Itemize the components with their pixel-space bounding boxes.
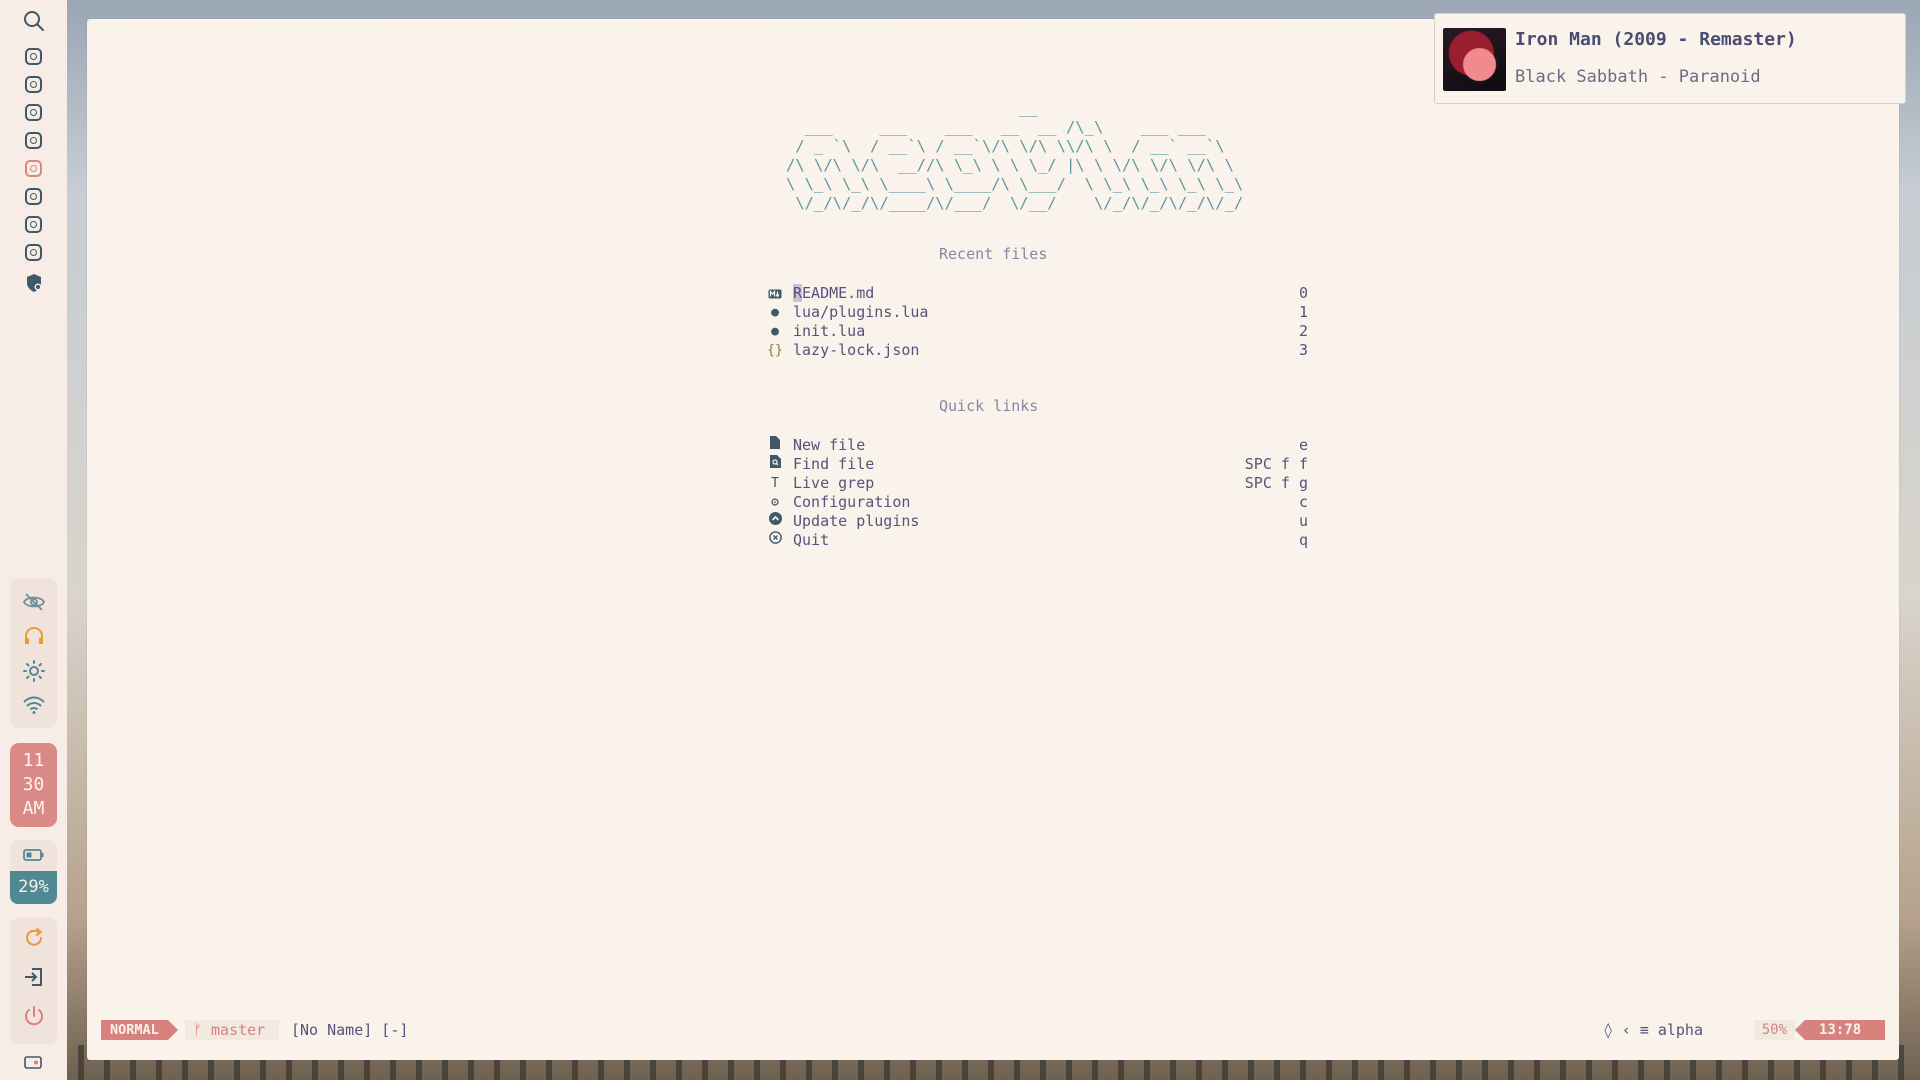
workspace-1-icon[interactable] (25, 48, 42, 65)
quick-link-label: Quit (793, 531, 830, 549)
quick-link-configuration[interactable]: ⚙ Configuration c (766, 493, 1308, 512)
logout-icon[interactable] (22, 965, 46, 989)
workspace-3-icon[interactable] (25, 104, 42, 121)
clock-hour: 11 (22, 750, 45, 771)
album-art (1443, 28, 1506, 91)
cursor: R (793, 284, 803, 302)
tray-icon[interactable] (24, 1054, 42, 1070)
quick-link-label: Live grep (793, 474, 875, 492)
search-icon[interactable] (22, 9, 46, 33)
workspace-2-icon[interactable] (25, 76, 42, 93)
quick-settings-panel (10, 578, 57, 728)
shortcut-key: c (1298, 493, 1308, 511)
quick-link-label: New file (793, 436, 866, 454)
shortcut-key: q (1298, 531, 1308, 549)
quick-link-live-grep[interactable]: T Live grep SPC f g (766, 474, 1308, 493)
status-line: NORMAL ᚠ master [No Name] [-] ◊ ‹ ≡ alph… (101, 1020, 1885, 1040)
battery-icon (23, 849, 44, 861)
arrow-up-circle-icon (766, 512, 784, 531)
gear-icon: ⚙ (771, 495, 779, 510)
filetype-label: alpha (1657, 1021, 1703, 1039)
workspace-5-icon[interactable] (25, 160, 42, 177)
mode-indicator: NORMAL (101, 1020, 178, 1040)
quick-link-find-file[interactable]: Find file SPC f f (766, 455, 1308, 474)
reboot-icon[interactable] (22, 926, 46, 950)
quick-link-quit[interactable]: Quit q (766, 531, 1308, 550)
clock-widget: 11 30 AM (10, 743, 57, 827)
file-search-icon (766, 455, 784, 474)
shield-icon[interactable] (25, 273, 43, 293)
json-icon: {} (767, 343, 783, 358)
file-icon (766, 436, 784, 455)
git-branch: ᚠ master (185, 1020, 280, 1040)
markdown-icon (766, 284, 784, 303)
workspace-6-icon[interactable] (25, 188, 42, 205)
scroll-percent: 50% (1753, 1020, 1795, 1040)
git-branch-name: master (211, 1021, 266, 1039)
linux-icon: ◊ ‹ ≡ (1603, 1021, 1658, 1039)
track-title: Iron Man (2009 - Remaster) (1515, 29, 1797, 50)
clock-minute: 30 (22, 774, 45, 795)
neovim-ascii-logo: __ ___ ___ ___ __ __ /\_\ ___ ___ / _ `\… (786, 99, 1244, 212)
recent-file-name: lazy-lock.json (793, 341, 920, 359)
shortcut-key: 3 (1298, 341, 1308, 359)
shortcut-key: SPC f f (1244, 455, 1308, 473)
lua-icon: ● (771, 324, 779, 339)
shortcut-key: 0 (1298, 284, 1308, 302)
neovim-window[interactable]: __ ___ ___ ___ __ __ /\_\ ___ ___ / _ `\… (87, 19, 1899, 1060)
battery-widget: 29% (10, 840, 57, 904)
headphones-icon[interactable] (22, 624, 46, 648)
eye-off-icon[interactable] (22, 590, 46, 614)
shortcut-key: SPC f g (1244, 474, 1308, 492)
text-icon: T (771, 476, 779, 491)
track-artist-album: Black Sabbath - Paranoid (1515, 67, 1761, 87)
shortcut-key: 2 (1298, 322, 1308, 340)
buffer-name: [No Name] [-] (291, 1021, 409, 1039)
quick-link-label: Update plugins (793, 512, 920, 530)
shortcut-key: 1 (1298, 303, 1308, 321)
quick-links-title: Quick links (939, 397, 1039, 415)
close-circle-icon (766, 531, 784, 550)
recent-file-name: EADME.md (802, 284, 875, 302)
cursor-position: 13:78 (1795, 1020, 1885, 1040)
shortcut-key: e (1298, 436, 1308, 454)
recent-file-row[interactable]: ● init.lua 2 (766, 322, 1308, 341)
recent-file-row[interactable]: README.md 0 (766, 284, 1308, 303)
workspace-4-icon[interactable] (25, 132, 42, 149)
filetype-section: ◊ ‹ ≡ alpha (1604, 1020, 1703, 1040)
shortcut-key: u (1298, 512, 1308, 530)
recent-files-title: Recent files (939, 245, 1048, 263)
quick-link-label: Configuration (793, 493, 911, 511)
wifi-icon[interactable] (22, 693, 46, 717)
recent-file-name: lua/plugins.lua (793, 303, 929, 321)
battery-percent: 29% (10, 871, 57, 904)
side-bar: 11 30 AM 29% (0, 0, 67, 1080)
git-branch-icon: ᚠ (193, 1021, 212, 1039)
quick-link-new-file[interactable]: New file e (766, 436, 1308, 455)
power-icon[interactable] (22, 1004, 46, 1028)
quick-link-label: Find file (793, 455, 875, 473)
clock-ampm: AM (22, 798, 45, 819)
now-playing-notification[interactable]: Iron Man (2009 - Remaster) Black Sabbath… (1434, 13, 1906, 104)
quick-link-update-plugins[interactable]: Update plugins u (766, 512, 1308, 531)
recent-file-row[interactable]: {} lazy-lock.json 3 (766, 341, 1308, 360)
workspace-7-icon[interactable] (25, 216, 42, 233)
power-panel (10, 918, 57, 1044)
brightness-icon[interactable] (22, 659, 46, 683)
recent-file-name: init.lua (793, 322, 866, 340)
recent-file-row[interactable]: ● lua/plugins.lua 1 (766, 303, 1308, 322)
workspace-8-icon[interactable] (25, 244, 42, 261)
lua-icon: ● (771, 305, 779, 320)
